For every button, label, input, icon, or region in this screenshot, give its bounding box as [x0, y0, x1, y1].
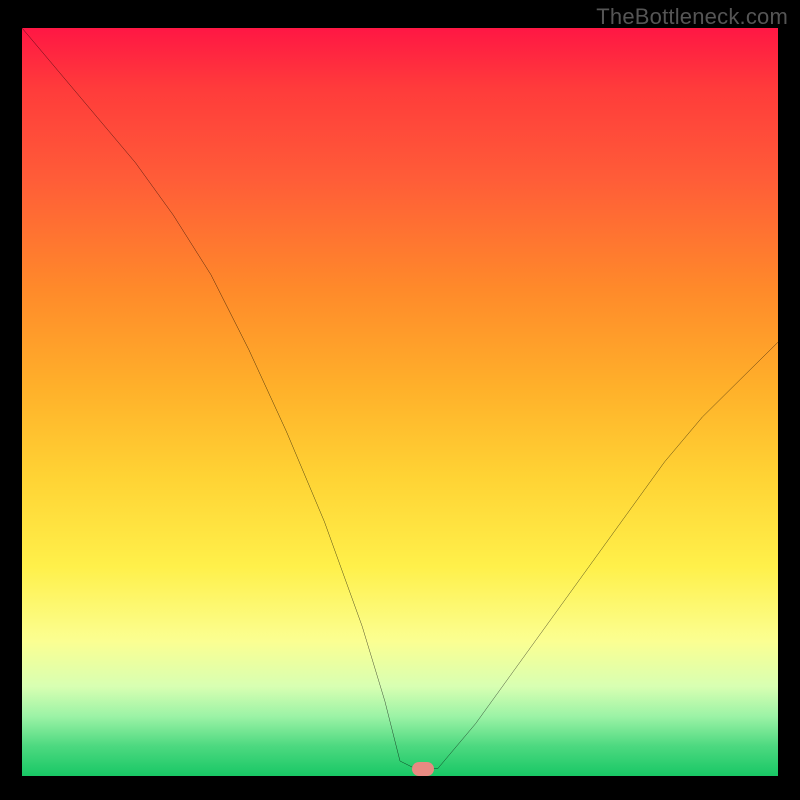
optimal-point-marker	[412, 762, 434, 776]
plot-area	[22, 28, 778, 776]
chart-frame: TheBottleneck.com	[0, 0, 800, 800]
bottleneck-curve	[22, 28, 778, 776]
watermark-label: TheBottleneck.com	[596, 4, 788, 30]
